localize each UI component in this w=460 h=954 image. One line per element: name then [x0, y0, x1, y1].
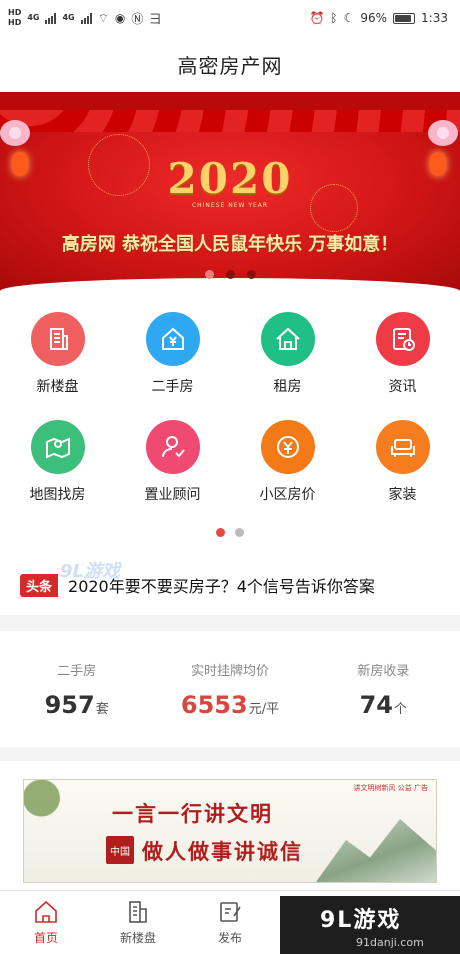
page-title: 高密房产网: [0, 36, 460, 92]
stat-average-price[interactable]: 实时挂牌均价 6553元/平: [153, 660, 306, 719]
network-type: 4G: [27, 13, 40, 22]
tab-label: 首页: [33, 931, 58, 945]
pay-icon: ⺕: [149, 11, 162, 26]
tab-new-homes[interactable]: 新楼盘: [92, 891, 184, 954]
yuan-coin-icon: [260, 420, 315, 474]
ad-banner[interactable]: 讲文明树新风 公益 广告 一言一行讲文明 中国 做人做事讲诚信: [23, 779, 437, 883]
stat-value: 957套: [44, 690, 109, 719]
ad-section: 讲文明树新风 公益 广告 一言一行讲文明 中国 做人做事讲诚信: [0, 761, 460, 901]
building-icon: [129, 901, 147, 923]
battery-percent: 96%: [360, 11, 388, 25]
network-type: 4G: [62, 13, 75, 22]
map-pin-icon: [30, 420, 85, 474]
banner-year-sub: CHINESE NEW YEAR: [191, 202, 269, 209]
flower-decoration: [428, 120, 458, 146]
menu-item-rent[interactable]: 租房: [230, 312, 345, 396]
banner-slogan: 高房网 恭祝全国人民鼠年快乐 万事如意！: [61, 234, 399, 255]
stat-title: 新房收录: [357, 663, 410, 679]
signal-icon: [45, 12, 57, 24]
status-left: HD HD 4G 4G ⌔ ◉ Ⓝ ⺕: [8, 9, 161, 27]
headline-news[interactable]: 9L游戏 头条 2020年要不要买房子？4个信号告诉你答案: [0, 555, 460, 615]
banner-carousel[interactable]: 2020 CHINESE NEW YEAR 高房网 恭祝全国人民鼠年快乐 万事如…: [0, 92, 460, 292]
home-icon: [260, 312, 315, 366]
alarm-icon: ⏰: [309, 11, 325, 25]
tab-label: 发布: [217, 931, 242, 945]
watermark: 9L游戏: [60, 561, 120, 582]
menu-item-news[interactable]: 资讯: [345, 312, 460, 396]
flower-decoration: [0, 120, 30, 146]
pagination-dot[interactable]: [235, 528, 244, 537]
menu-item-map-search[interactable]: 地图找房: [0, 420, 115, 504]
menu-item-label: 家装: [388, 487, 417, 503]
stat-value: 6553元/平: [180, 690, 280, 719]
promo-name: 9L游戏: [320, 907, 402, 933]
promo-url: 91danji.com: [356, 935, 424, 949]
status-bar: HD HD 4G 4G ⌔ ◉ Ⓝ ⺕ ⏰ ᛒ ☾ 96% 1:33: [0, 0, 460, 36]
stat-value: 74个: [359, 690, 408, 719]
tree-decoration: [24, 780, 82, 840]
menu-item-label: 二手房: [151, 379, 194, 395]
nfc-icon: Ⓝ: [131, 11, 144, 26]
moon-icon: ☾: [343, 11, 355, 25]
ad-small-text: 讲文明树新风 公益 广告: [353, 784, 428, 792]
menu-item-community-price[interactable]: 小区房价: [230, 420, 345, 504]
sofa-icon: [375, 420, 430, 474]
building-icon: [30, 312, 85, 366]
home-icon: [35, 900, 57, 923]
market-stats: 二手房 957套 实时挂牌均价 6553元/平 新房收录 74个: [0, 631, 460, 747]
menu-item-label: 新楼盘: [36, 379, 79, 395]
menu-item-new-homes[interactable]: 新楼盘: [0, 312, 115, 396]
bluetooth-icon: ᛒ: [330, 11, 338, 25]
hd-indicators: HD HD: [8, 9, 21, 27]
pagination-dot[interactable]: [246, 270, 256, 279]
clock: 1:33: [421, 11, 448, 25]
curtain-top: [0, 92, 460, 110]
tab-home[interactable]: 首页: [0, 891, 92, 954]
menu-item-decoration[interactable]: 家装: [345, 420, 460, 504]
eye-icon: ◉: [114, 11, 126, 25]
ad-seal: 中国: [106, 836, 134, 864]
menu-item-label: 地图找房: [29, 487, 86, 503]
menu-item-label: 租房: [273, 379, 302, 395]
menu-row: 新楼盘 二手房 租房 资讯: [0, 312, 460, 420]
menu-item-label: 资讯: [388, 379, 417, 395]
banner-bottom-edge: [0, 278, 460, 292]
tab-publish[interactable]: 发布: [184, 891, 276, 954]
menu-item-advisor[interactable]: 置业顾问: [115, 420, 230, 504]
pagination-dot[interactable]: [225, 270, 235, 279]
menu-item-second-hand[interactable]: 二手房: [115, 312, 230, 396]
stat-title: 实时挂牌均价: [190, 663, 269, 679]
signal-icon: [80, 12, 92, 24]
stat-new-homes[interactable]: 新房收录 74个: [307, 660, 460, 719]
pagination-dot[interactable]: [204, 270, 214, 279]
promo-watermark: 9L游戏 91danji.com: [280, 896, 460, 954]
quick-menu: 新楼盘 二手房 租房 资讯 地图找房 置业顾问 小区房价 家装: [0, 292, 460, 563]
edit-icon: [220, 902, 241, 922]
battery-icon: [393, 12, 416, 24]
menu-item-label: 小区房价: [259, 487, 316, 503]
advisor-icon: [145, 420, 200, 474]
stat-title: 二手房: [57, 663, 97, 679]
menu-row: 地图找房 置业顾问 小区房价 家装: [0, 420, 460, 528]
mountain-decoration: [316, 819, 436, 882]
pagination-dot[interactable]: [216, 528, 225, 537]
hd-label: HD: [8, 8, 22, 17]
house-yuan-icon: [145, 312, 200, 366]
tab-label: 新楼盘: [119, 931, 156, 945]
news-icon: [375, 312, 430, 366]
hd-label: HD: [8, 18, 22, 27]
status-right: ⏰ ᛒ ☾ 96% 1:33: [309, 11, 448, 25]
headline-tag: 头条: [20, 573, 59, 597]
ad-line-1: 一言一行讲文明: [112, 802, 273, 826]
stat-second-hand[interactable]: 二手房 957套: [0, 660, 153, 719]
banner-pagination: [0, 270, 460, 279]
ad-line-2: 做人做事讲诚信: [142, 840, 303, 864]
menu-item-label: 置业顾问: [144, 487, 201, 503]
banner-year: 2020: [167, 154, 293, 203]
wifi-icon: ⌔: [97, 10, 109, 25]
